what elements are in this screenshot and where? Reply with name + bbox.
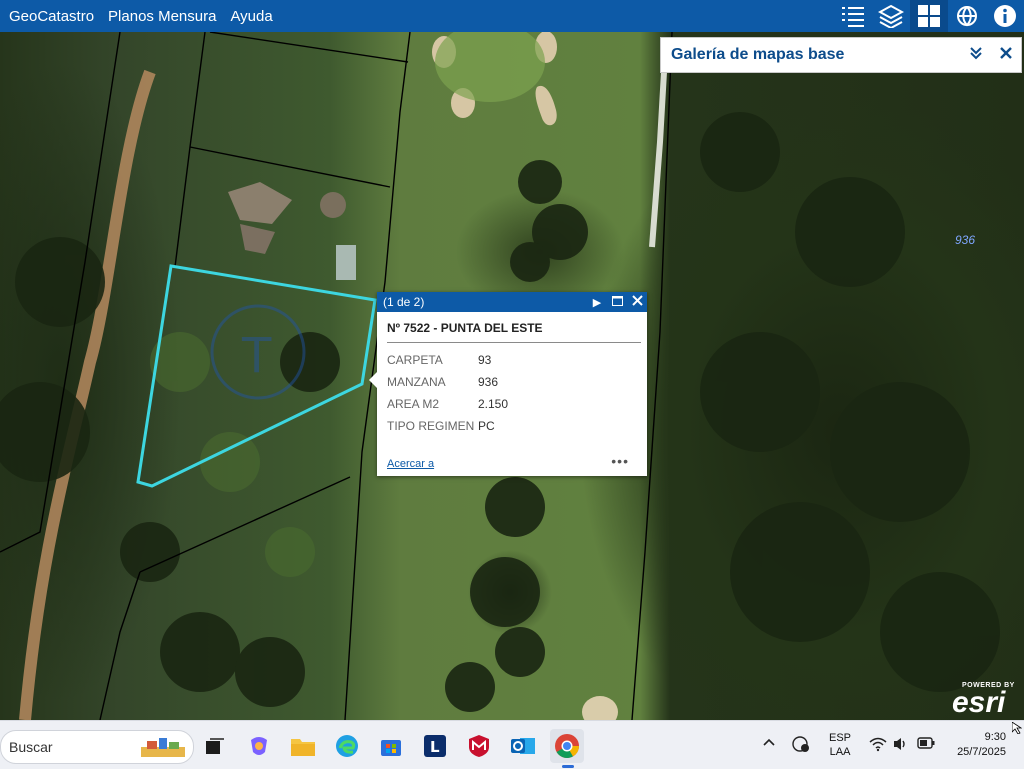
gallery-title: Galería de mapas base: [671, 46, 845, 63]
mcafee-icon[interactable]: [462, 729, 496, 763]
attribute-value: 93: [478, 353, 492, 367]
volume-icon[interactable]: [893, 736, 909, 755]
close-icon[interactable]: [991, 46, 1021, 64]
menu-ayuda[interactable]: Ayuda: [230, 8, 272, 25]
attribute-row: MANZANA 936: [387, 371, 508, 393]
l-app-icon[interactable]: L: [418, 729, 452, 763]
popup-title: Nº 7522 - PUNTA DEL ESTE: [387, 321, 641, 343]
map-view[interactable]: T 936 Galería de mapas base (1 de 2) ▶ N…: [0, 32, 1024, 720]
attribute-value: 2.150: [478, 397, 509, 411]
next-feature-icon[interactable]: ▶: [587, 296, 607, 309]
attribute-key: TIPO REGIMEN: [387, 419, 475, 433]
popup-pointer: [369, 372, 377, 388]
language-indicator[interactable]: ESP LAA: [829, 731, 851, 759]
toolbar: [834, 0, 1024, 32]
svg-text:T: T: [241, 328, 272, 384]
battery-icon[interactable]: [917, 737, 935, 752]
chevron-up-icon[interactable]: [762, 735, 776, 752]
attribute-key: AREA M2: [387, 397, 440, 411]
search-placeholder: Buscar: [9, 739, 53, 755]
popup-header: (1 de 2) ▶: [377, 292, 647, 312]
clock[interactable]: 9:30 25/7/2025: [946, 730, 1006, 760]
menu-geocatastro[interactable]: GeoCatastro: [9, 8, 94, 25]
file-explorer-icon[interactable]: [286, 729, 320, 763]
keyboard-layout: LAA: [829, 746, 851, 758]
attribute-row: CARPETA 93: [387, 349, 508, 371]
feature-popup: (1 de 2) ▶ Nº 7522 - PUNTA DEL ESTE CARP…: [369, 292, 647, 476]
language-code: ESP: [829, 732, 852, 744]
wifi-icon[interactable]: [869, 736, 887, 755]
clock-date: 25/7/2025: [957, 746, 1006, 758]
esri-wordmark: esri: [952, 686, 1006, 719]
clock-time: 9:30: [984, 731, 1006, 743]
outlook-icon[interactable]: [506, 729, 540, 763]
popup-close-icon[interactable]: [627, 295, 647, 309]
menu-planos-mensura[interactable]: Planos Mensura: [108, 8, 216, 25]
search-highlight-icon: [139, 735, 187, 764]
main-menu: GeoCatastro Planos Mensura Ayuda: [0, 8, 273, 25]
task-view-icon[interactable]: [198, 729, 232, 763]
network-alert-icon[interactable]: [792, 736, 810, 755]
info-icon[interactable]: [986, 0, 1024, 32]
popup-attributes: CARPETA 93 MANZANA 936 AREA M2 2.150 TIPO R…: [387, 349, 508, 437]
edge-browser-icon[interactable]: [330, 729, 364, 763]
globe-share-icon[interactable]: [948, 0, 986, 32]
attribute-row: TIPO REGIMEN PC: [387, 415, 508, 437]
app-header: GeoCatastro Planos Mensura Ayuda: [0, 0, 1024, 32]
layers-icon[interactable]: [872, 0, 910, 32]
attribute-key: CARPETA: [387, 353, 443, 367]
esri-logo[interactable]: POWERED BY esri: [952, 682, 1015, 719]
basemap-gallery-icon[interactable]: [910, 0, 948, 32]
mouse-cursor-icon: [1011, 721, 1023, 735]
zoom-to-link[interactable]: Acercar a: [387, 458, 434, 470]
attribute-value: PC: [478, 419, 495, 433]
parcel-label: 936: [955, 233, 976, 247]
windows-taskbar: Buscar L ESP LAA 9:30 25/7/2025: [0, 720, 1024, 769]
double-chevron-down-icon[interactable]: [961, 46, 991, 65]
taskbar-search[interactable]: Buscar: [0, 730, 194, 764]
microsoft-store-icon[interactable]: [374, 729, 408, 763]
basemap-gallery-panel: Galería de mapas base: [660, 37, 1022, 73]
attribute-key: MANZANA: [387, 375, 446, 389]
attribute-row: AREA M2 2.150: [387, 393, 508, 415]
copilot-icon[interactable]: [242, 729, 276, 763]
list-icon[interactable]: [834, 0, 872, 32]
maximize-icon[interactable]: [607, 295, 627, 309]
attribute-value: 936: [478, 375, 499, 389]
more-actions-icon[interactable]: •••: [611, 453, 629, 469]
popup-feature-count: (1 de 2): [383, 295, 425, 309]
svg-text:L: L: [430, 738, 440, 756]
chrome-icon[interactable]: [550, 729, 584, 763]
